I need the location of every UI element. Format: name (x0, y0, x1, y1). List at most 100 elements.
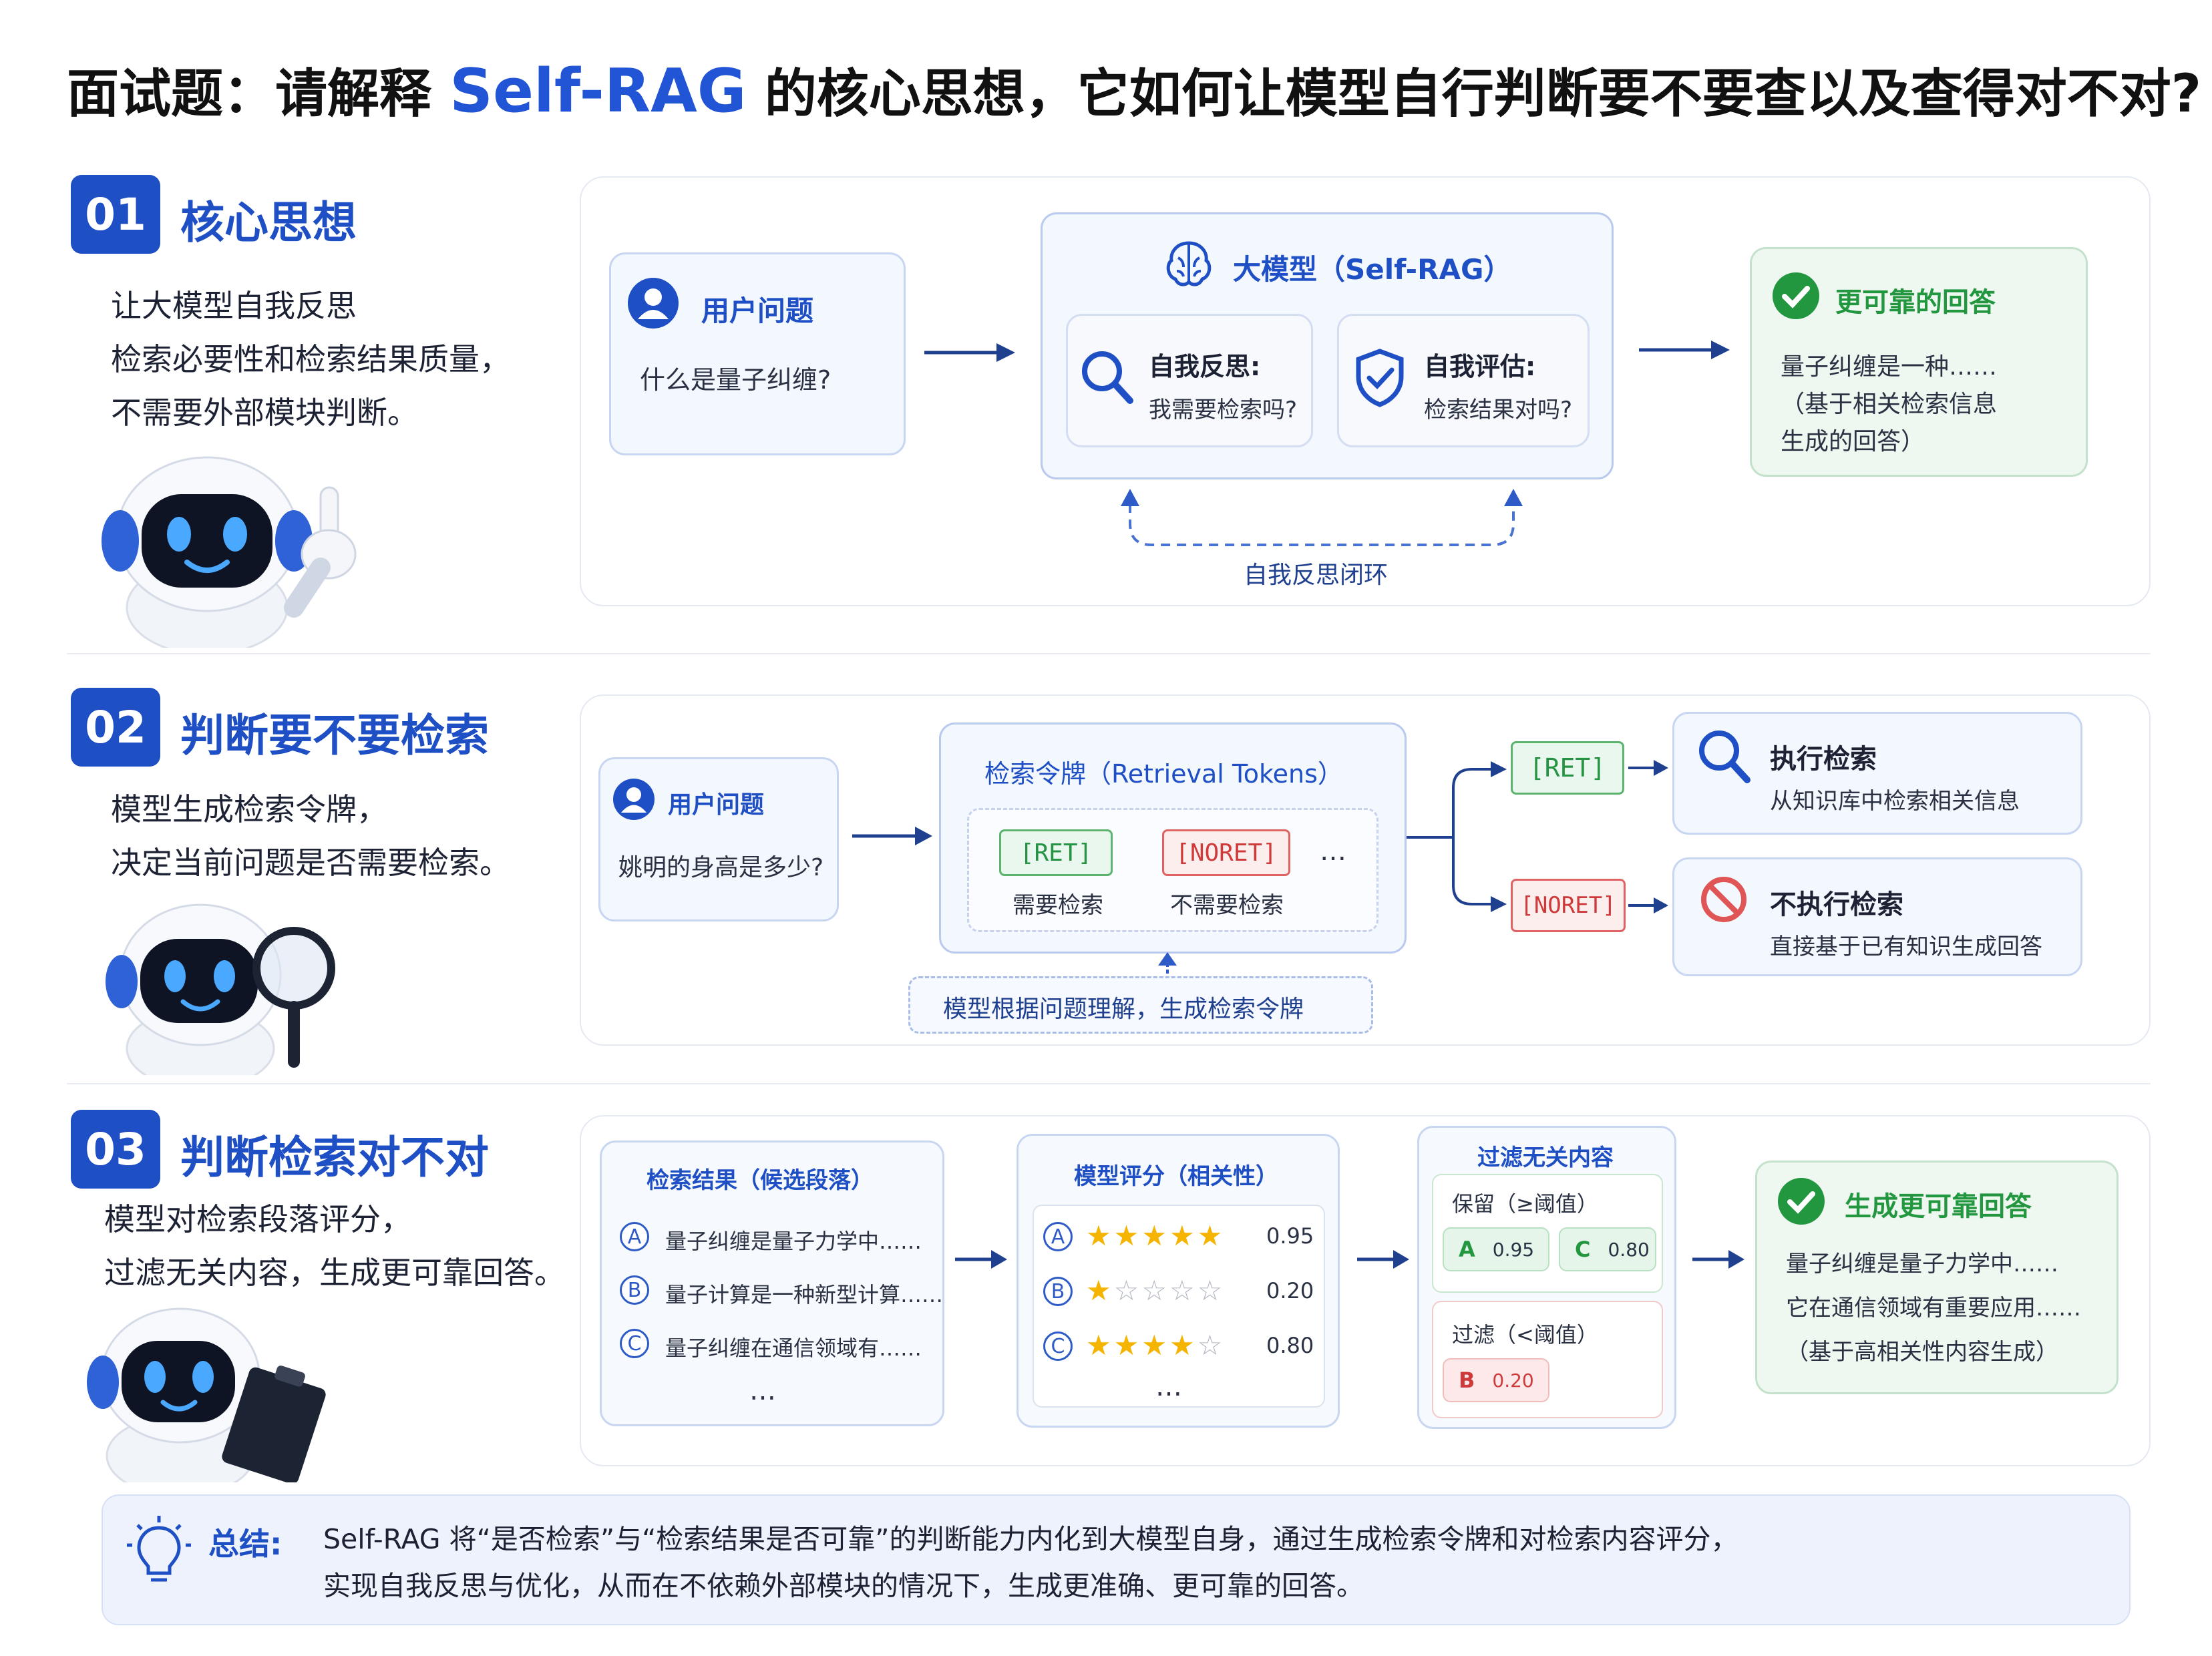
summary-label: 总结: (208, 1526, 283, 1562)
star-empty-icon: ☆ (1197, 1274, 1226, 1307)
star-filled-icon: ★ (1169, 1329, 1197, 1362)
final-answer-title: 生成更可靠回答 (1845, 1191, 2032, 1222)
drop-pill: B 0.20 (1443, 1358, 1549, 1402)
relevance-score: 0.80 (1266, 1333, 1314, 1358)
answer-text: 量子纠缠是一种…… （基于相关检索信息 生成的回答） (1781, 349, 1997, 461)
answer-line: 生成的回答） (1781, 428, 1925, 455)
arrow-right-icon (852, 827, 932, 845)
option-letter: A (620, 1222, 649, 1251)
arrow-right-icon (1357, 1250, 1409, 1269)
option-letter: C (620, 1329, 649, 1358)
score-title: 模型评分（相关性） (1074, 1163, 1278, 1190)
self-reflect-title: 自我反思: (1149, 352, 1261, 381)
summary-text: Self-RAG 将“是否检索”与“检索结果是否可靠”的判断能力内化到大模型自身… (323, 1516, 1738, 1609)
brain-icon (1166, 241, 1212, 286)
no-retrieval-text: 直接基于已有知识生成回答 (1770, 934, 2042, 960)
keep-pill: A 0.95 (1443, 1227, 1549, 1271)
star-empty-icon: ☆ (1169, 1274, 1197, 1307)
keep-pill: C 0.80 (1559, 1227, 1656, 1271)
robot-clipboard-illustration (87, 1307, 326, 1482)
result-text: 量子计算是一种新型计算…… (665, 1282, 944, 1307)
section-title: 核心思想 (180, 197, 357, 248)
check-circle-icon (1778, 1178, 1825, 1225)
summary-line: Self-RAG 将“是否检索”与“检索结果是否可靠”的判断能力内化到大模型自身… (323, 1523, 1738, 1555)
star-filled-icon: ★ (1141, 1219, 1169, 1252)
shield-check-icon (1356, 349, 1404, 407)
do-retrieval-title: 执行检索 (1770, 744, 1877, 775)
answer-line: 量子纠缠是一种…… (1781, 353, 1998, 381)
star-filled-icon: ★ (1086, 1329, 1114, 1362)
do-retrieval-text: 从知识库中检索相关信息 (1770, 788, 2020, 815)
answer-line: （基于高相关性内容生成） (1786, 1339, 2058, 1366)
result-text: 量子纠缠在通信领域有…… (665, 1335, 922, 1361)
answer-line: 它在通信领域有重要应用…… (1786, 1295, 2081, 1321)
star-filled-icon: ★ (1113, 1219, 1142, 1252)
result-text: 量子纠缠是量子力学中…… (665, 1229, 922, 1254)
search-icon (1082, 351, 1133, 404)
final-answer-text: 量子纠缠是量子力学中…… 它在通信领域有重要应用…… （基于高相关性内容生成） (1786, 1242, 2081, 1374)
branch-noret-token: [NORET] (1511, 879, 1626, 932)
star-filled-icon: ★ (1197, 1219, 1226, 1252)
answer-line: 量子纠缠是量子力学中…… (1786, 1251, 2058, 1277)
section-description: 模型对检索段落评分， 过滤无关内容，生成更可靠回答。 (104, 1193, 565, 1299)
loop-label: 自我反思闭环 (1244, 562, 1389, 589)
title-suffix: 的核心思想，它如何让模型自行判断要不要查以及查得对不对? (764, 64, 2202, 124)
page-title: 面试题：请解释 Self-RAG 的核心思想，它如何让模型自行判断要不要查以及查… (67, 52, 2201, 127)
section-divider (67, 1083, 2151, 1084)
star-rating: ★★★★★ (1086, 1219, 1225, 1252)
star-filled-icon: ★ (1141, 1329, 1169, 1362)
arrow-right-icon (1639, 341, 1730, 359)
results-title: 检索结果（候选段落） (647, 1167, 874, 1194)
ret-description: 需要检索 (1012, 892, 1103, 919)
feedback-loop-arrows (1121, 489, 1523, 546)
section-divider (67, 653, 2151, 654)
arrow-right-icon (1692, 1250, 1744, 1269)
filter-title: 过滤无关内容 (1477, 1145, 1614, 1171)
arrow-right-icon (924, 343, 1015, 362)
summary-line: 实现自我反思与优化，从而在不依赖外部模块的情况下，生成更准确、更可靠的回答。 (323, 1570, 1364, 1602)
self-eval-title: 自我评估: (1424, 352, 1536, 381)
star-filled-icon: ★ (1086, 1219, 1114, 1252)
ret-token: [RET] (999, 829, 1113, 876)
user-icon (628, 278, 679, 329)
arrow-right-icon (1628, 897, 1668, 913)
answer-line: （基于相关检索信息 (1781, 391, 1998, 418)
star-empty-icon: ☆ (1113, 1274, 1142, 1307)
model-title: 大模型（Self-RAG） (1233, 253, 1512, 286)
desc-line: 决定当前问题是否需要检索。 (111, 845, 510, 881)
arrow-right-icon (1628, 760, 1668, 776)
results-ellipsis: … (749, 1376, 776, 1406)
arrow-right-icon (955, 1250, 1007, 1269)
section-number: 02 (71, 688, 160, 767)
user-question-text: 什么是量子纠缠? (640, 365, 832, 395)
desc-line: 模型生成检索令牌， (111, 791, 387, 827)
user-icon (613, 779, 655, 820)
section-number: 03 (71, 1110, 160, 1189)
self-eval-text: 检索结果对吗? (1424, 397, 1573, 423)
star-filled-icon: ★ (1113, 1329, 1142, 1362)
section-title: 判断检索对不对 (180, 1132, 489, 1183)
prohibited-icon (1701, 877, 1746, 922)
user-question-text: 姚明的身高是多少? (618, 854, 824, 881)
search-icon (1699, 731, 1750, 783)
branch-ret-token: [RET] (1511, 741, 1624, 795)
drop-label: 过滤（<阈值） (1452, 1322, 1598, 1348)
user-question-title: 用户问题 (701, 294, 814, 327)
relevance-score: 0.95 (1266, 1223, 1314, 1249)
desc-line: 过滤无关内容，生成更可靠回答。 (104, 1255, 565, 1291)
noret-token: [NORET] (1162, 829, 1290, 876)
section-number: 01 (71, 175, 160, 254)
star-filled-icon: ★ (1086, 1274, 1114, 1307)
note-text: 模型根据问题理解，生成检索令牌 (943, 996, 1304, 1023)
section-title: 判断要不要检索 (180, 710, 489, 761)
star-rating: ★★★★☆ (1086, 1329, 1225, 1362)
option-letter: C (1043, 1331, 1073, 1361)
section-description: 模型生成检索令牌， 决定当前问题是否需要检索。 (111, 783, 510, 889)
relevance-score: 0.20 (1266, 1278, 1314, 1303)
user-question-title: 用户问题 (668, 791, 765, 819)
star-empty-icon: ☆ (1141, 1274, 1169, 1307)
self-reflect-text: 我需要检索吗? (1149, 397, 1298, 423)
check-circle-icon (1773, 272, 1819, 319)
option-letter: B (1043, 1277, 1073, 1306)
star-empty-icon: ☆ (1197, 1329, 1226, 1362)
